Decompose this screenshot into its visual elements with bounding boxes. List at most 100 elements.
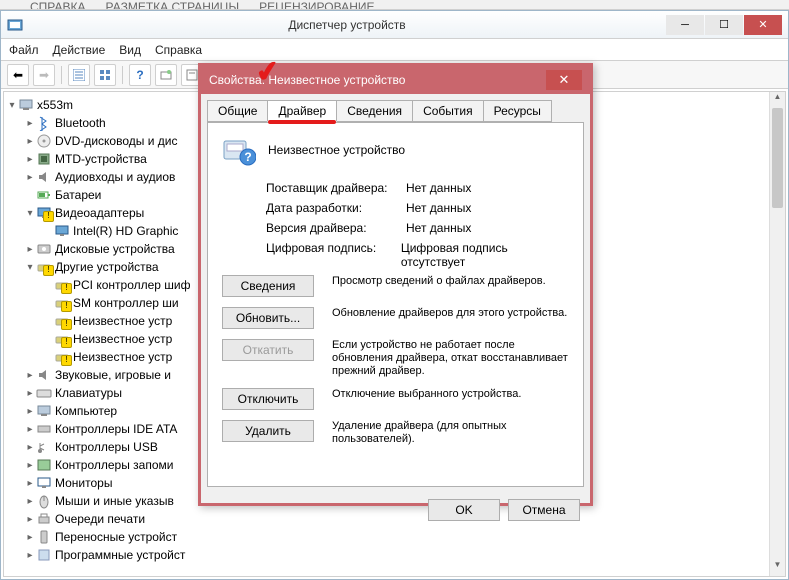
driver-action-button[interactable]: Сведения — [222, 275, 314, 297]
expand-icon[interactable]: ▸ — [24, 550, 36, 561]
dialog-close-button[interactable]: ✕ — [546, 70, 582, 90]
expand-icon[interactable]: ▸ — [24, 118, 36, 129]
tree-item-label: PCI контроллер шиф — [73, 278, 191, 292]
menu-view[interactable]: Вид — [119, 43, 141, 57]
tree-item-label: Аудиовходы и аудиов — [55, 170, 175, 184]
scroll-thumb[interactable] — [772, 108, 783, 208]
tree-item-label: Мыши и иные указыв — [55, 494, 174, 508]
ribbon-item: РЕЦЕНЗИРОВАНИЕ — [259, 0, 374, 9]
button-description: Удаление драйвера (для опытных пользоват… — [332, 420, 569, 446]
audio-icon — [36, 368, 52, 382]
expand-icon[interactable]: ▸ — [24, 424, 36, 435]
display-icon — [54, 224, 70, 238]
scan-button[interactable] — [155, 64, 177, 86]
tab-общие[interactable]: Общие — [207, 100, 268, 122]
info-value: Нет данных — [406, 181, 471, 201]
info-key: Версия драйвера: — [266, 221, 406, 241]
ribbon-item: СПРАВКА — [30, 0, 86, 9]
expand-icon[interactable]: ▸ — [24, 406, 36, 417]
tree-item-label: Неизвестное устр — [73, 332, 172, 346]
tree-item-label: Bluetooth — [55, 116, 106, 130]
expand-icon[interactable]: ▸ — [24, 388, 36, 399]
tab-сведения[interactable]: Сведения — [336, 100, 413, 122]
tree-item[interactable]: ▸Программные устройст — [6, 546, 783, 564]
help-button[interactable]: ? — [129, 64, 151, 86]
monitor-icon — [36, 476, 52, 490]
info-key: Цифровая подпись: — [266, 241, 401, 261]
annotation-checkmark: ✔ — [254, 54, 282, 90]
expand-icon[interactable]: ▸ — [24, 478, 36, 489]
annotation-underline — [268, 120, 336, 124]
menu-help[interactable]: Справка — [155, 43, 202, 57]
scrollbar[interactable]: ▲ ▼ — [769, 92, 785, 576]
display-icon — [36, 206, 52, 220]
detail-button[interactable] — [68, 64, 90, 86]
tree-item-label: MTD-устройства — [55, 152, 147, 166]
other-icon — [54, 314, 70, 328]
tree-item-label: Батареи — [55, 188, 101, 202]
menu-action[interactable]: Действие — [53, 43, 106, 57]
driver-action-button[interactable]: Удалить — [222, 420, 314, 442]
device-icon: ? — [222, 133, 256, 167]
tab-driver-body: ? Неизвестное устройство Поставщик драйв… — [207, 122, 584, 487]
tree-item-label: Очереди печати — [55, 512, 145, 526]
svg-text:?: ? — [244, 150, 251, 164]
other-icon — [36, 260, 52, 274]
expand-icon[interactable]: ▸ — [24, 370, 36, 381]
device-name: Неизвестное устройство — [268, 143, 405, 157]
close-button[interactable]: ✕ — [744, 15, 782, 35]
expand-icon[interactable]: ▸ — [24, 172, 36, 183]
expand-icon[interactable]: ▸ — [24, 154, 36, 165]
menu-file[interactable]: Файл — [9, 43, 39, 57]
disk-icon — [36, 242, 52, 256]
minimize-button[interactable]: ─ — [666, 15, 704, 35]
driver-info: Поставщик драйвера:Нет данныхДата разраб… — [266, 181, 569, 261]
ok-button[interactable]: OK — [428, 499, 500, 521]
expand-icon[interactable]: ▸ — [24, 496, 36, 507]
audio-icon — [36, 170, 52, 184]
info-key: Поставщик драйвера: — [266, 181, 406, 201]
ribbon-fragment: СПРАВКА РАЗМЕТКА СТРАНИЦЫ РЕЦЕНЗИРОВАНИЕ — [0, 0, 789, 10]
menubar: Файл Действие Вид Справка — [1, 39, 788, 61]
expand-icon[interactable]: ▾ — [24, 262, 36, 273]
scroll-up-icon[interactable]: ▲ — [770, 92, 785, 108]
mouse-icon — [36, 494, 52, 508]
tab-драйвер[interactable]: Драйвер — [267, 100, 337, 122]
button-description: Если устройство не работает после обновл… — [332, 339, 569, 378]
tree-item[interactable]: ▸Переносные устройст — [6, 528, 783, 546]
expand-icon[interactable]: ▸ — [24, 136, 36, 147]
expand-icon[interactable]: ▸ — [24, 460, 36, 471]
expand-icon[interactable]: ▸ — [24, 244, 36, 255]
driver-action-button: Откатить — [222, 339, 314, 361]
ide-icon — [36, 422, 52, 436]
expand-icon[interactable]: ▾ — [24, 208, 36, 219]
other-icon — [54, 350, 70, 364]
driver-action-button[interactable]: Отключить — [222, 388, 314, 410]
tab-ресурсы[interactable]: Ресурсы — [483, 100, 552, 122]
tree-item-label: Другие устройства — [55, 260, 159, 274]
storage-icon — [36, 458, 52, 472]
tabs: ОбщиеДрайверСведенияСобытияРесурсы — [207, 100, 584, 122]
tab-события[interactable]: События — [412, 100, 484, 122]
expand-icon[interactable]: ▸ — [24, 514, 36, 525]
maximize-button[interactable]: ☐ — [705, 15, 743, 35]
forward-button[interactable]: ➡ — [33, 64, 55, 86]
scroll-down-icon[interactable]: ▼ — [770, 560, 785, 576]
info-value: Цифровая подпись отсутствует — [401, 241, 569, 261]
tree-item-label: Неизвестное устр — [73, 350, 172, 364]
battery-icon — [36, 188, 52, 202]
tree-item-label: DVD-дисководы и дис — [55, 134, 177, 148]
bluetooth-icon — [36, 116, 52, 130]
app-icon — [7, 17, 23, 33]
cancel-button[interactable]: Отмена — [508, 499, 580, 521]
window-title: Диспетчер устройств — [29, 18, 665, 32]
expand-icon[interactable]: ▸ — [24, 532, 36, 543]
expand-icon[interactable]: ▸ — [24, 442, 36, 453]
tree-item-label: Intel(R) HD Graphic — [73, 224, 178, 238]
back-button[interactable]: ⬅ — [7, 64, 29, 86]
software-icon — [36, 548, 52, 562]
computer-icon — [36, 404, 52, 418]
button-description: Обновление драйверов для этого устройств… — [332, 307, 569, 320]
view-button[interactable] — [94, 64, 116, 86]
driver-action-button[interactable]: Обновить... — [222, 307, 314, 329]
